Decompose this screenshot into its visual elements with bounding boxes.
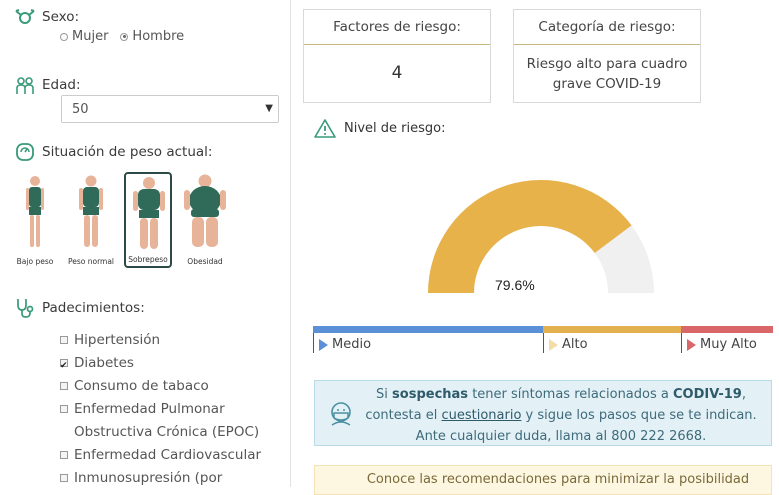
sex-label: Sexo:: [42, 9, 80, 25]
risk-factors-box: Factores de riesgo: 4: [303, 9, 491, 103]
weight-option-obesidad[interactable]: Obesidad: [180, 172, 230, 268]
form-panel: Sexo: Mujer Hombre Edad: 50 ▼ Situación …: [0, 0, 290, 487]
checkbox[interactable]: [60, 382, 68, 390]
risk-percent: 79.6%: [495, 277, 535, 293]
checkbox[interactable]: [60, 355, 68, 378]
info-text-part: y sigue los pasos que se te indican.: [521, 408, 757, 423]
scale-medio-legend: Medio: [313, 333, 543, 353]
weight-option-label: Sobrepeso: [128, 255, 168, 264]
condition-label: Diabetes: [74, 355, 134, 371]
condition-epoc[interactable]: Enfermedad Pulmonar Obstructiva Crónica …: [60, 398, 279, 444]
checkbox[interactable]: [60, 336, 68, 344]
info-bold-codiv: CODIV-19: [672, 387, 742, 402]
info-line-1: Si sospechas tener síntomas relacionados…: [351, 384, 771, 405]
risk-level-label: Nivel de riesgo:: [344, 120, 446, 136]
condition-label: Enfermedad Cardiovascular: [74, 447, 262, 463]
triangle-right-icon: [687, 338, 696, 351]
weight-option-label: Bajo peso: [16, 257, 54, 266]
risk-factors-value: 4: [391, 63, 403, 83]
condition-tabaco[interactable]: Consumo de tabaco: [60, 375, 279, 398]
risk-category-box: Categoría de riesgo: Riesgo alto para cu…: [513, 9, 701, 103]
overweight-body-icon: [133, 177, 165, 249]
triangle-right-icon: [549, 338, 558, 351]
risk-gauge: [428, 180, 654, 293]
recommendations-banner[interactable]: Conoce las recomendaciones para minimiza…: [314, 465, 772, 495]
info-banner: Si sospechas tener síntomas relacionados…: [314, 380, 772, 446]
scale-alto: Alto: [543, 326, 681, 353]
obese-body-icon: [184, 174, 226, 247]
thin-body-icon: [26, 176, 44, 247]
age-label: Edad:: [42, 77, 81, 93]
caret-down-icon: ▼: [265, 103, 273, 114]
radio-hombre-label: Hombre: [132, 29, 185, 44]
risk-category-title: Categoría de riesgo:: [514, 10, 700, 45]
scale-muy-alto-label: Muy Alto: [700, 337, 757, 352]
weight-section-header: Situación de peso actual:: [14, 141, 212, 163]
condition-label: Consumo de tabaco: [74, 378, 209, 394]
info-text-part: tener síntomas relacionados a: [468, 387, 673, 402]
condition-label: Hipertensión: [74, 332, 161, 348]
weight-option-label: Obesidad: [187, 257, 223, 266]
stethoscope-icon: [17, 299, 34, 318]
risk-level-header: Nivel de riesgo:: [314, 118, 445, 138]
scale-icon: [16, 143, 34, 161]
info-line-2: contesta el cuestionario y sigue los pas…: [351, 405, 771, 426]
people-icon: [16, 77, 34, 94]
scale-alto-label: Alto: [562, 337, 588, 352]
radio-mujer-dot[interactable]: [60, 32, 68, 41]
questionnaire-link[interactable]: cuestionario: [441, 408, 521, 423]
scale-alto-bar: [543, 326, 681, 333]
checkbox[interactable]: [60, 474, 68, 482]
weight-option-sobrepeso[interactable]: Sobrepeso: [124, 172, 172, 268]
weight-option-label: Peso normal: [67, 257, 115, 266]
scale-medio-bar: [313, 326, 543, 333]
normal-body-icon: [79, 175, 103, 247]
scale-muy-alto-legend: Muy Alto: [681, 333, 773, 353]
conditions-label: Padecimientos:: [42, 300, 145, 316]
radio-mujer-label: Mujer: [72, 29, 109, 44]
scale-alto-legend: Alto: [543, 333, 681, 353]
risk-factors-title: Factores de riesgo:: [304, 10, 490, 45]
age-select[interactable]: 50 ▼: [61, 95, 279, 123]
conditions-section-header: Padecimientos:: [14, 297, 145, 319]
info-bold-sospechas: sospechas: [392, 387, 469, 402]
info-text-part: ,: [741, 387, 746, 402]
scale-muy-alto: Muy Alto: [681, 326, 773, 353]
triangle-right-icon: [319, 338, 328, 351]
recommendations-text: Conoce las recomendaciones para minimiza…: [366, 472, 750, 487]
weight-option-bajo-peso[interactable]: Bajo peso: [10, 172, 60, 268]
info-text: Si sospechas tener síntomas relacionados…: [351, 384, 771, 447]
gender-icon: [15, 9, 35, 24]
scale-muy-alto-bar: [681, 326, 773, 333]
sex-section-header: Sexo:: [14, 6, 79, 28]
age-select-value: 50: [72, 102, 89, 117]
info-line-3: Ante cualquier duda, llama al 800 222 26…: [415, 429, 707, 444]
results-panel: Factores de riesgo: 4 Categoría de riesg…: [291, 0, 779, 495]
condition-diabetes[interactable]: Diabetes: [60, 352, 279, 378]
condition-hipertension[interactable]: Hipertensión: [60, 329, 279, 352]
conditions-list: Hipertensión Diabetes Consumo de tabaco …: [60, 329, 279, 490]
doctor-icon: [331, 402, 351, 426]
checkbox[interactable]: [60, 451, 68, 459]
radio-hombre[interactable]: Hombre: [120, 29, 184, 44]
checkbox[interactable]: [60, 405, 68, 413]
weight-options: Bajo peso Peso normal Sobrepeso Obesidad: [10, 172, 230, 268]
weight-label: Situación de peso actual:: [42, 144, 213, 160]
sex-radio-group: Mujer Hombre: [60, 29, 184, 44]
info-text-part: contesta el: [365, 408, 442, 423]
age-section-header: Edad:: [14, 74, 81, 96]
condition-cardiovascular[interactable]: Enfermedad Cardiovascular: [60, 444, 279, 467]
condition-label: Enfermedad Pulmonar Obstructiva Crónica …: [74, 401, 260, 440]
radio-hombre-dot[interactable]: [120, 32, 129, 41]
scale-medio: Medio: [313, 326, 543, 353]
scale-medio-label: Medio: [332, 337, 372, 352]
info-text-part: Si: [376, 387, 393, 402]
risk-category-value: Riesgo alto para cuadro grave COVID-19: [526, 56, 688, 92]
weight-option-peso-normal[interactable]: Peso normal: [66, 172, 116, 268]
radio-mujer[interactable]: Mujer: [60, 29, 108, 44]
warning-icon: [314, 119, 336, 138]
